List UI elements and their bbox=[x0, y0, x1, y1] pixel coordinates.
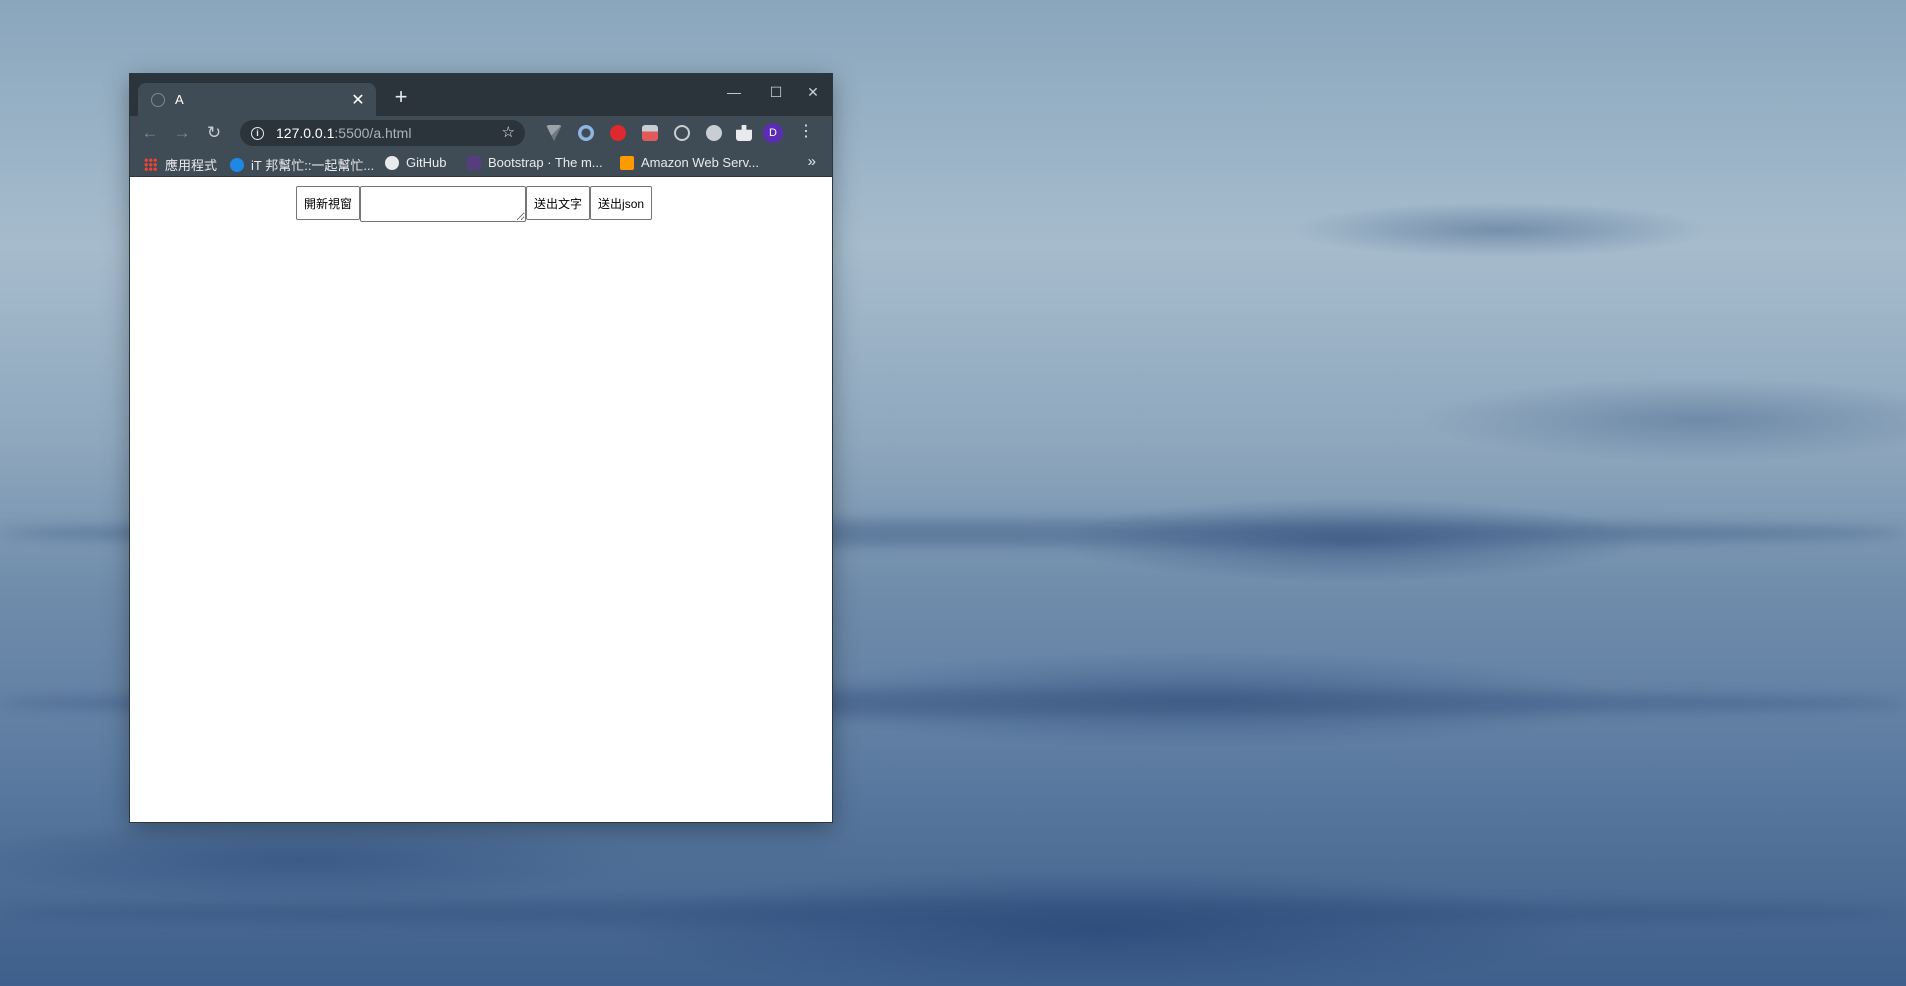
new-tab-button[interactable]: + bbox=[388, 86, 414, 108]
url-host: 127.0.0.1 bbox=[276, 125, 335, 141]
apps-grid-icon bbox=[144, 158, 157, 171]
window-close-button[interactable]: ✕ bbox=[794, 80, 832, 104]
bookmark-label: iT 邦幫忙::一起幫忙... bbox=[251, 158, 375, 173]
github-icon bbox=[385, 155, 399, 170]
extension-owl-icon[interactable] bbox=[706, 125, 722, 141]
reload-button[interactable]: ↻ bbox=[198, 123, 230, 143]
browser-tab[interactable]: A ✕ bbox=[138, 83, 376, 116]
bookmark-apps[interactable]: 應用程式 bbox=[144, 155, 217, 174]
bookmark-aws[interactable]: Amazon Web Serv... bbox=[620, 155, 759, 170]
profile-avatar[interactable]: D bbox=[763, 123, 783, 143]
send-text-button[interactable]: 送出文字 bbox=[526, 186, 591, 220]
browser-toolbar: ← → ↻ i 127.0.0.1:5500/a.html ☆ D ⋮ bbox=[130, 116, 832, 150]
page-controls: 開新視窗 送出文字 送出json bbox=[296, 186, 653, 222]
page-content: 開新視窗 送出文字 送出json bbox=[130, 177, 832, 822]
url-path: :5500/a.html bbox=[334, 125, 412, 141]
bookmarks-bar: 應用程式 iT 邦幫忙::一起幫忙... GitHub Bootstrap · … bbox=[130, 150, 832, 177]
site-info-icon[interactable]: i bbox=[251, 126, 264, 140]
browser-menu-icon[interactable]: ⋮ bbox=[798, 122, 814, 142]
aws-icon bbox=[620, 155, 634, 170]
react-devtools-icon[interactable] bbox=[674, 125, 690, 141]
back-button[interactable]: ← bbox=[134, 123, 166, 143]
window-extension-icon[interactable] bbox=[642, 125, 658, 141]
more-bookmarks-icon[interactable]: » bbox=[808, 153, 816, 170]
tab-close-icon[interactable]: ✕ bbox=[348, 90, 368, 110]
adblock-icon[interactable] bbox=[610, 125, 626, 141]
bookmark-star-icon[interactable]: ☆ bbox=[502, 123, 515, 141]
message-input[interactable] bbox=[360, 186, 527, 222]
ithelp-icon bbox=[230, 157, 244, 172]
extension-circle-icon[interactable] bbox=[578, 125, 594, 141]
maximize-button[interactable]: ☐ bbox=[757, 80, 795, 104]
bookmark-label: 應用程式 bbox=[165, 158, 218, 173]
globe-icon bbox=[151, 92, 165, 107]
bookmark-label: Bootstrap · The m... bbox=[488, 155, 603, 170]
browser-window: A ✕ + — ☐ ✕ ← → ↻ i 127.0.0.1:5500/a.htm… bbox=[130, 74, 832, 822]
wallpaper-wave bbox=[0, 900, 1906, 926]
extensions-puzzle-icon[interactable] bbox=[736, 125, 752, 141]
bookmark-bootstrap[interactable]: Bootstrap · The m... bbox=[467, 155, 603, 170]
bookmark-github[interactable]: GitHub bbox=[385, 155, 446, 170]
bootstrap-icon bbox=[467, 155, 481, 170]
tab-title: A bbox=[175, 92, 184, 107]
bookmark-label: GitHub bbox=[406, 155, 447, 170]
address-bar[interactable]: i 127.0.0.1:5500/a.html ☆ bbox=[240, 120, 525, 146]
minimize-button[interactable]: — bbox=[715, 80, 753, 104]
bookmark-label: Amazon Web Serv... bbox=[641, 155, 760, 170]
forward-button[interactable]: → bbox=[166, 123, 198, 143]
bookmark-ithelp[interactable]: iT 邦幫忙::一起幫忙... bbox=[230, 155, 374, 174]
send-json-button[interactable]: 送出json bbox=[590, 186, 653, 220]
title-bar: A ✕ + — ☐ ✕ bbox=[130, 74, 832, 116]
open-window-button[interactable]: 開新視窗 bbox=[296, 186, 361, 220]
vue-devtools-icon[interactable] bbox=[546, 125, 562, 141]
